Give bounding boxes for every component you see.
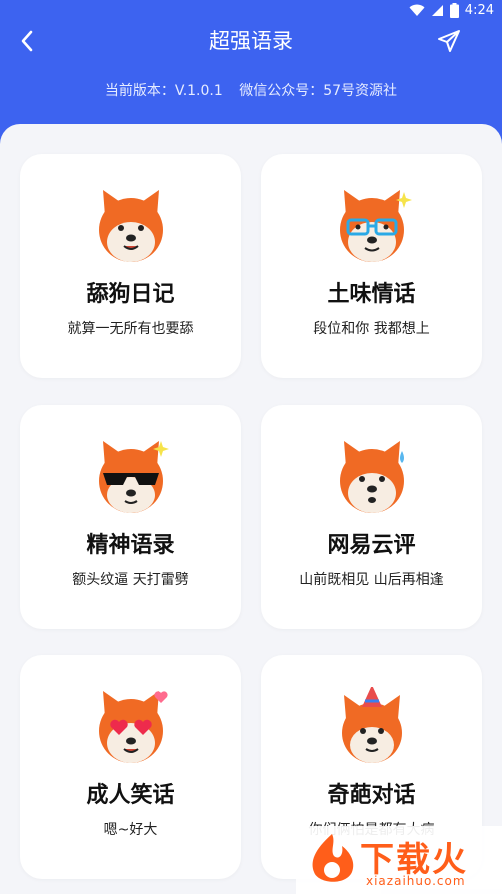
- shiba-sunglasses-icon: [98, 441, 169, 513]
- signal-icon: [431, 5, 443, 16]
- wechat-text: 微信公众号：57号资源社: [239, 83, 398, 99]
- version-text: 当前版本：V.1.0.1: [104, 83, 223, 99]
- status-time: 4:24: [464, 3, 494, 18]
- shiba-sweat-icon: [339, 441, 404, 513]
- send-icon: [438, 30, 460, 52]
- shiba-glasses-icon: [339, 190, 412, 262]
- shiba-heart-eyes-icon: [98, 691, 168, 763]
- status-bar: 4:24: [0, 0, 502, 22]
- status-icons: 4:24: [409, 3, 494, 18]
- page-title: 超强语录: [209, 29, 293, 53]
- wifi-icon: [409, 4, 425, 16]
- card-title: 成人笑话: [86, 783, 175, 808]
- card-subtitle: 就算一无所有也要舔: [67, 321, 194, 337]
- card-adult-jokes[interactable]: 成人笑话 嗯~好大: [20, 655, 241, 879]
- card-netease-comments[interactable]: 网易云评 山前既相见 山后再相逢: [261, 405, 482, 629]
- watermark-site: xiazaihuo.com: [366, 874, 466, 888]
- card-cheesy-lines[interactable]: 土味情话 段位和你 我都想上: [261, 154, 482, 378]
- watermark-badge: 下载火 xiazaihuo.com: [296, 826, 502, 894]
- app-header: 超强语录: [0, 22, 502, 60]
- battery-icon: [449, 3, 459, 18]
- shiba-face-icon: [98, 190, 163, 262]
- card-title: 奇葩对话: [327, 783, 416, 808]
- card-subtitle: 山前既相见 山后再相逢: [299, 572, 444, 588]
- card-spirit-quotes[interactable]: 精神语录 额头纹逼 天打雷劈: [20, 405, 241, 629]
- card-title: 网易云评: [327, 533, 416, 558]
- card-title: 舔狗日记: [86, 282, 175, 307]
- card-lick-diary[interactable]: 舔狗日记 就算一无所有也要舔: [20, 154, 241, 378]
- card-subtitle: 嗯~好大: [103, 822, 158, 838]
- share-button[interactable]: [434, 26, 464, 56]
- content-panel: 舔狗日记 就算一无所有也要舔 土味情话 段位和你 我都想上 精神语录 额头纹逼 …: [0, 124, 502, 894]
- card-title: 精神语录: [86, 533, 175, 558]
- flame-logo-icon: [312, 834, 354, 882]
- shiba-party-icon: [341, 687, 402, 763]
- info-line: 当前版本：V.1.0.1 微信公众号：57号资源社: [0, 80, 502, 100]
- card-title: 土味情话: [327, 282, 416, 307]
- card-subtitle: 段位和你 我都想上: [313, 321, 430, 337]
- card-subtitle: 额头纹逼 天打雷劈: [72, 572, 189, 588]
